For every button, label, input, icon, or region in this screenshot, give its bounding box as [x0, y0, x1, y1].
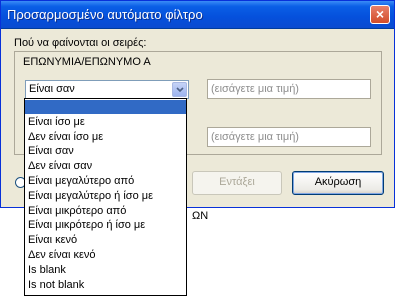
- condition1-operator-value: Είναι σαν: [29, 83, 75, 95]
- cancel-button[interactable]: Ακύρωση: [292, 171, 384, 195]
- condition1-operator-combo[interactable]: Είναι σαν: [25, 80, 189, 99]
- dropdown-option[interactable]: Είναι μεγαλύτερο ή ίσο με: [25, 189, 186, 203]
- dropdown-option[interactable]: Είναι μεγαλύτερο από: [25, 174, 186, 188]
- ok-button[interactable]: Εντάξει: [192, 171, 282, 195]
- combo-dropdown-button[interactable]: [172, 82, 187, 97]
- column-name-label: ΕΠΩΝΥΜΙΑ/ΕΠΩΝΥΜΟ Α: [23, 56, 151, 68]
- dropdown-option[interactable]: [25, 100, 186, 114]
- condition1-value-input[interactable]: (εισάγετε μια τιμή): [207, 79, 371, 99]
- operator-dropdown-list[interactable]: Είναι ίσο με Δεν είναι ίσο με Είναι σαν Δεν…: [24, 98, 187, 296]
- condition2-value-input[interactable]: (εισάγετε μια τιμή): [207, 127, 371, 147]
- close-icon: ×: [375, 6, 385, 22]
- dropdown-option[interactable]: Είναι σαν: [25, 144, 186, 158]
- background-cell-text: ΩΝ: [192, 210, 209, 222]
- which-rows-label: Πού να φαίνονται οι σειρές:: [14, 37, 147, 49]
- chevron-down-icon: [176, 87, 184, 93]
- dropdown-option[interactable]: Δεν είναι σαν: [25, 159, 186, 173]
- dropdown-option[interactable]: Είναι μικρότερο από: [25, 204, 186, 218]
- dropdown-option[interactable]: Είναι ίσο με: [25, 115, 186, 129]
- close-button[interactable]: ×: [370, 5, 390, 24]
- dropdown-option[interactable]: Is blank: [25, 263, 186, 277]
- dropdown-option[interactable]: Δεν είναι ίσο με: [25, 130, 186, 144]
- dropdown-option[interactable]: Είναι κενό: [25, 233, 186, 247]
- title-bar[interactable]: Προσαρμοσμένο αυτόματο φίλτρο ×: [1, 1, 394, 29]
- value-placeholder: (εισάγετε μια τιμή): [211, 131, 299, 143]
- dialog-title: Προσαρμοσμένο αυτόματο φίλτρο: [7, 7, 203, 22]
- value-placeholder: (εισάγετε μια τιμή): [211, 83, 299, 95]
- dropdown-option[interactable]: Is not blank: [25, 278, 186, 292]
- dropdown-option[interactable]: Δεν είναι κενό: [25, 248, 186, 262]
- dropdown-option[interactable]: Είναι μικρότερο ή ίσο με: [25, 218, 186, 232]
